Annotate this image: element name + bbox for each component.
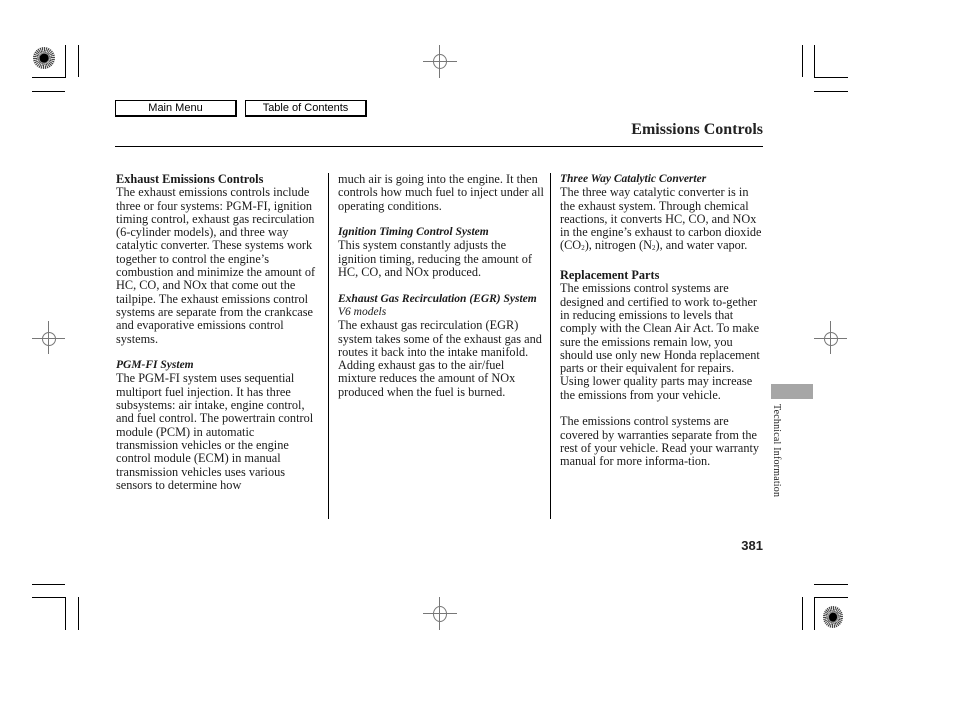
- crop-line: [814, 91, 848, 92]
- crop-line: [65, 597, 66, 630]
- text: ), and water vapor.: [655, 238, 748, 253]
- crop-line: [814, 77, 848, 78]
- crop-line: [32, 91, 65, 92]
- paragraph: The exhaust emissions controls include t…: [116, 185, 316, 346]
- paragraph: The emissions control systems are covere…: [560, 414, 760, 469]
- column-divider: [550, 173, 551, 519]
- paragraph: This system constantly adjusts the ignit…: [338, 238, 532, 280]
- registration-target-icon: [823, 606, 843, 628]
- crop-line: [814, 597, 815, 630]
- text: ), nitrogen (N: [584, 238, 652, 253]
- crop-line: [814, 45, 815, 77]
- crop-line: [78, 45, 79, 77]
- crop-line: [814, 597, 848, 598]
- paragraph: much air is going into the engine. It th…: [338, 172, 544, 213]
- page-title: Emissions Controls: [631, 121, 763, 138]
- paragraph: The emissions control systems are design…: [560, 281, 760, 402]
- crop-line: [32, 77, 66, 78]
- crop-line: [802, 45, 803, 77]
- column-2: much air is going into the engine. It th…: [338, 172, 544, 399]
- subsection-heading: PGM-FI System: [116, 359, 194, 372]
- column-1: Exhaust Emissions Controls The exhaust e…: [116, 172, 319, 492]
- paragraph: The three way catalytic converter is in …: [560, 186, 766, 255]
- main-menu-button[interactable]: Main Menu: [115, 100, 237, 117]
- section-heading: Replacement Parts: [560, 268, 660, 283]
- section-tab-label: Technical Information: [771, 404, 782, 498]
- registration-target-icon: [33, 47, 55, 69]
- crop-line: [814, 584, 848, 585]
- section-heading: Exhaust Emissions Controls: [116, 172, 264, 186]
- column-3: Three Way Catalytic Converter The three …: [560, 173, 766, 469]
- crosshair-circle: [824, 332, 838, 346]
- subsection-heading: Three Way Catalytic Converter: [560, 173, 707, 185]
- crop-line: [32, 597, 66, 598]
- subsection-heading: Exhaust Gas Recirculation (EGR) System: [338, 292, 537, 305]
- model-note: V6 models: [338, 305, 387, 318]
- crop-line: [32, 584, 65, 585]
- table-of-contents-button[interactable]: Table of Contents: [245, 100, 367, 117]
- crop-line: [65, 45, 66, 77]
- subsection-heading: Ignition Timing Control System: [338, 226, 489, 239]
- column-divider: [328, 173, 329, 519]
- title-rule: [115, 146, 763, 147]
- crosshair-circle: [433, 54, 447, 69]
- section-tab-marker: [771, 384, 813, 399]
- crosshair-circle: [42, 332, 56, 346]
- paragraph: The exhaust gas recirculation (EGR) syst…: [338, 318, 542, 399]
- crop-line: [78, 597, 79, 630]
- page-number: 381: [741, 538, 763, 553]
- paragraph: The PGM-FI system uses sequential multip…: [116, 371, 314, 492]
- crosshair-circle: [433, 606, 447, 622]
- crop-line: [802, 597, 803, 630]
